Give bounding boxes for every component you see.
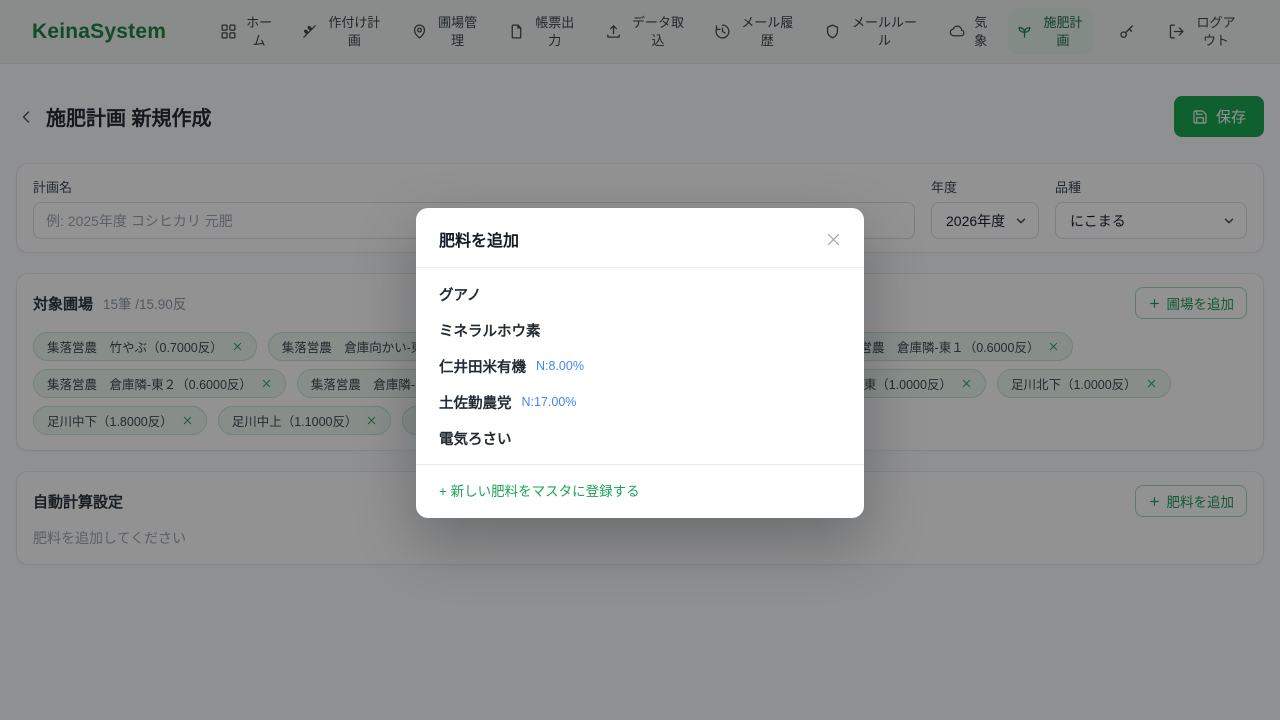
fertilizer-name: 仁井田米有機 [439, 356, 526, 377]
fertilizer-option[interactable]: 土佐勤農党 N:17.00% [416, 384, 864, 420]
modal-header: 肥料を追加 [416, 208, 864, 267]
fertilizer-n-value: N:17.00% [522, 395, 577, 409]
fertilizer-option-list: グアノミネラルホウ素仁井田米有機 N:8.00% 土佐勤農党 N:17.00% 電気ろさ… [416, 267, 864, 465]
fertilizer-option[interactable]: 電気ろさい [416, 420, 864, 456]
modal-close-button[interactable] [823, 229, 844, 250]
fertilizer-n-value: N:8.00% [536, 359, 584, 373]
fertilizer-option[interactable]: グアノ [416, 276, 864, 312]
add-fertilizer-modal: 肥料を追加 グアノミネラルホウ素仁井田米有機 N:8.00% 土佐勤農党 N:17.0… [416, 208, 864, 518]
modal-title: 肥料を追加 [439, 227, 519, 251]
fertilizer-name: 電気ろさい [439, 428, 512, 449]
fertilizer-name: 土佐勤農党 [439, 392, 512, 413]
register-new-fertilizer-link[interactable]: + 新しい肥料をマスタに登録する [439, 484, 640, 499]
fertilizer-option[interactable]: 仁井田米有機 N:8.00% [416, 348, 864, 384]
fertilizer-name: グアノ [439, 284, 481, 305]
modal-footer: + 新しい肥料をマスタに登録する [416, 465, 864, 518]
fertilizer-name: ミネラルホウ素 [439, 320, 541, 341]
close-icon [825, 231, 842, 248]
fertilizer-option[interactable]: ミネラルホウ素 [416, 312, 864, 348]
